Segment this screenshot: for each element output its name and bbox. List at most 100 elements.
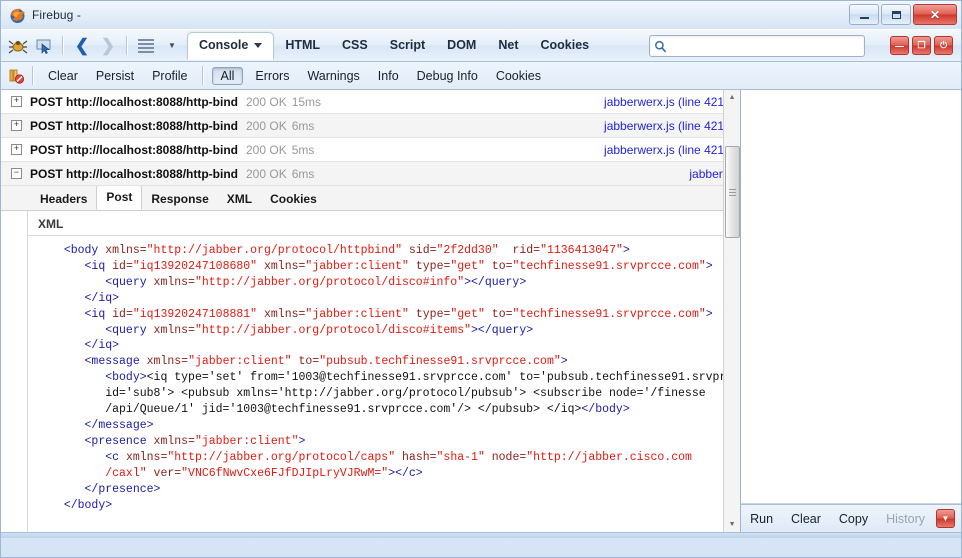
scrollbar-thumb[interactable] xyxy=(725,146,741,238)
request-time: 6ms xyxy=(291,166,315,181)
command-editor-toolbar: Run Clear Copy History ▼ xyxy=(741,504,961,532)
panel-minimize-button[interactable]: — xyxy=(890,36,909,55)
request-status: 200 OK xyxy=(246,166,287,181)
code-line: </message> xyxy=(84,418,154,432)
firebug-toolbar: ❮ ❯ ▼ Console HTML CSS Script DOM Net Co… xyxy=(1,29,961,62)
firebug-bug-icon[interactable] xyxy=(6,34,30,58)
tab-console-label: Console xyxy=(199,38,249,52)
request-source-link[interactable]: jabberwerx.js (line 421) xyxy=(604,119,728,133)
forward-arrow-icon[interactable]: ❯ xyxy=(96,34,120,58)
panel-tabs: Console HTML CSS Script DOM Net Cookies xyxy=(187,30,600,61)
window-controls: ✕ xyxy=(849,4,957,25)
code-line: <message xmlns="jabber:client" to="pubsu… xyxy=(84,355,568,369)
request-status: 200 OK xyxy=(246,142,287,157)
minimize-icon xyxy=(859,17,869,19)
collapse-toggle-icon[interactable]: − xyxy=(11,168,22,179)
code-line: <body><iq type='set' from='1003@techfine… xyxy=(105,371,727,385)
console-option-bar: Clear Persist Profile All Errors Warning… xyxy=(1,62,961,90)
xml-section-title: XML xyxy=(28,211,728,236)
inspect-element-icon[interactable] xyxy=(32,34,56,58)
tab-css[interactable]: CSS xyxy=(331,33,379,58)
panel-close-button[interactable]: ⏻ xyxy=(934,36,953,55)
optionbar-separator-2 xyxy=(201,66,204,85)
table-row[interactable]: + POST http://localhost:8088/http-bind 2… xyxy=(1,114,741,138)
post-detail-area: XML <body xmlns="http://jabber.org/proto… xyxy=(27,211,729,532)
status-strip xyxy=(1,532,961,538)
clear-console-icon[interactable] xyxy=(7,67,25,85)
tab-net[interactable]: Net xyxy=(487,33,529,58)
request-url: POST http://localhost:8088/http-bind xyxy=(30,166,238,181)
code-line: /caxl" ver="VNC6fNwvCxe6FJfDJIpLryVJRwM=… xyxy=(105,466,423,480)
maximize-button[interactable] xyxy=(881,4,911,25)
table-row[interactable]: + POST http://localhost:8088/http-bind 2… xyxy=(1,90,741,114)
firebug-panel-controls: — ❐ ⏻ xyxy=(890,36,953,55)
title-bar: Firebug - ✕ xyxy=(1,1,961,29)
subtab-cookies[interactable]: Cookies xyxy=(261,188,326,210)
expand-toggle-icon[interactable]: + xyxy=(11,96,22,107)
expand-toggle-icon[interactable]: + xyxy=(11,144,22,155)
request-url: POST http://localhost:8088/http-bind xyxy=(30,94,238,109)
dropdown-arrow-icon[interactable]: ▼ xyxy=(160,34,184,58)
history-dropdown-icon[interactable]: ▼ xyxy=(936,509,955,528)
code-line: <query xmlns="http://jabber.org/protocol… xyxy=(105,323,534,337)
firebug-window: Firebug - ✕ ❮ ❯ ▼ Console HTML CSS Scrip… xyxy=(0,0,962,558)
request-source-link[interactable]: jabberwerx.js (line 421) xyxy=(604,143,728,157)
tab-html[interactable]: HTML xyxy=(274,33,331,58)
request-detail-tabs: Headers Post Response XML Cookies xyxy=(1,185,741,211)
optionbar-separator xyxy=(32,66,34,85)
console-scrollbar[interactable]: ▲ ▼ xyxy=(723,90,741,532)
tab-console[interactable]: Console xyxy=(187,31,275,60)
code-line: <iq id="iq13920247108881" xmlns="jabber:… xyxy=(84,307,713,321)
search-icon xyxy=(654,40,667,53)
back-arrow-icon[interactable]: ❮ xyxy=(70,34,94,58)
code-line: <presence xmlns="jabber:client"> xyxy=(84,434,306,448)
tab-cookies[interactable]: Cookies xyxy=(530,33,601,58)
tab-script[interactable]: Script xyxy=(379,33,436,58)
request-time: 5ms xyxy=(291,142,315,157)
minimize-button[interactable] xyxy=(849,4,879,25)
panel-detach-button[interactable]: ❐ xyxy=(912,36,931,55)
filter-all[interactable]: All xyxy=(211,66,244,85)
filter-cookies[interactable]: Cookies xyxy=(487,69,550,83)
request-url: POST http://localhost:8088/http-bind xyxy=(30,142,238,157)
table-row[interactable]: − POST http://localhost:8088/http-bind 2… xyxy=(1,162,741,186)
code-line: /api/Queue/1' jid='1003@techfinesse91.sr… xyxy=(105,403,630,417)
history-button[interactable]: History xyxy=(877,512,934,526)
request-time: 6ms xyxy=(291,118,315,133)
copy-button[interactable]: Copy xyxy=(830,512,877,526)
command-editor-input[interactable] xyxy=(741,90,961,504)
code-line: </iq> xyxy=(84,339,120,353)
subtab-response[interactable]: Response xyxy=(142,188,217,210)
chevron-down-icon[interactable] xyxy=(254,43,263,48)
search-box[interactable] xyxy=(649,35,865,57)
profile-button[interactable]: Profile xyxy=(143,69,196,83)
clear-button[interactable]: Clear xyxy=(39,69,87,83)
scroll-up-arrow-icon[interactable]: ▲ xyxy=(724,90,740,105)
search-input[interactable] xyxy=(670,38,854,54)
table-row[interactable]: + POST http://localhost:8088/http-bind 2… xyxy=(1,138,741,162)
filter-errors[interactable]: Errors xyxy=(246,69,298,83)
code-line: </body> xyxy=(63,498,113,512)
filter-warnings[interactable]: Warnings xyxy=(298,69,368,83)
close-button[interactable]: ✕ xyxy=(913,4,957,25)
code-line: </presence> xyxy=(84,482,161,496)
run-button[interactable]: Run xyxy=(741,512,782,526)
code-line: id='sub8'> <pubsub xmlns='http://jabber.… xyxy=(105,387,706,401)
scroll-down-arrow-icon[interactable]: ▼ xyxy=(724,517,740,532)
request-source-link[interactable]: jabberwerx.js (line 421) xyxy=(604,95,728,109)
subtab-post[interactable]: Post xyxy=(96,185,143,210)
expand-toggle-icon[interactable]: + xyxy=(11,120,22,131)
clear-editor-button[interactable]: Clear xyxy=(782,512,830,526)
code-line: <query xmlns="http://jabber.org/protocol… xyxy=(105,275,527,289)
subtab-xml[interactable]: XML xyxy=(218,188,261,210)
code-line: <c xmlns="http://jabber.org/protocol/cap… xyxy=(105,450,692,464)
request-status: 200 OK xyxy=(246,118,287,133)
code-line: <body xmlns="http://jabber.org/protocol/… xyxy=(63,244,630,257)
menu-icon[interactable] xyxy=(134,34,158,58)
filter-info[interactable]: Info xyxy=(369,69,408,83)
filter-debug-info[interactable]: Debug Info xyxy=(408,69,487,83)
persist-button[interactable]: Persist xyxy=(87,69,143,83)
tab-dom[interactable]: DOM xyxy=(436,33,487,58)
request-status: 200 OK xyxy=(246,94,287,109)
subtab-headers[interactable]: Headers xyxy=(31,188,96,210)
